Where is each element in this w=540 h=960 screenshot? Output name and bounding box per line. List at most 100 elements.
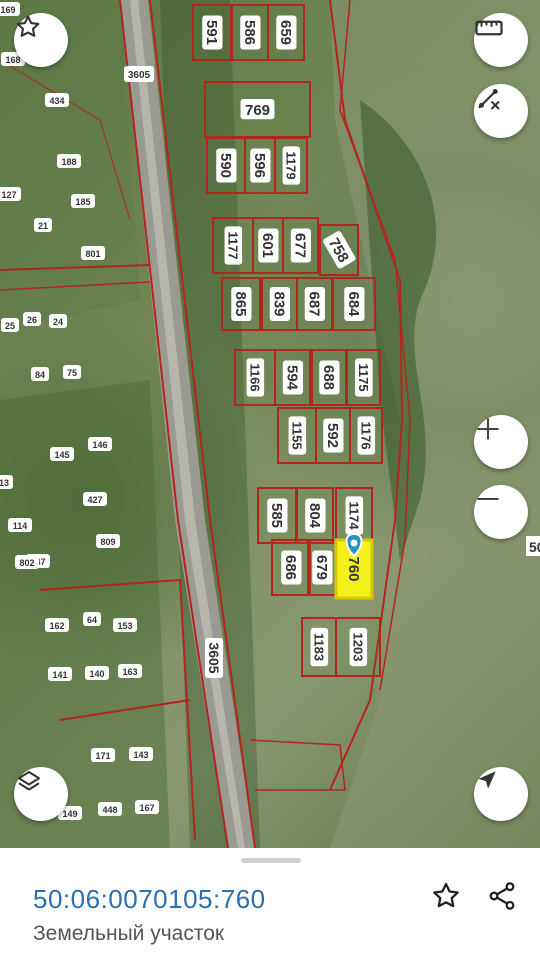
svg-text:448: 448: [102, 805, 117, 815]
plot-label: 1179: [283, 151, 298, 179]
cadastral-plot-1175[interactable]: 1175: [346, 349, 381, 406]
plot-label: 688: [320, 365, 337, 390]
svg-text:84: 84: [35, 370, 45, 380]
cadastral-plot-687[interactable]: 687: [296, 277, 333, 331]
parcel-label: 801: [81, 246, 105, 260]
plot-label: 601: [259, 233, 276, 258]
cadastral-plot-804[interactable]: 804: [296, 487, 334, 544]
cadastral-plot-592[interactable]: 592: [315, 407, 351, 464]
svg-text:140: 140: [89, 669, 104, 679]
svg-text:26: 26: [27, 315, 37, 325]
parcel-label: 25: [1, 318, 19, 332]
parcel-label: 427: [83, 492, 107, 506]
cadastral-plot-1176[interactable]: 1176: [349, 407, 383, 464]
cadastral-plot-1203[interactable]: 1203: [335, 617, 381, 677]
parcel-label: 171: [91, 748, 115, 762]
plot-label: 1177: [225, 231, 240, 259]
layers-icon: [18, 771, 40, 791]
cadastral-plot-677[interactable]: 677: [282, 217, 319, 274]
parcel-label: 143: [129, 747, 153, 761]
plot-label: 1176: [358, 421, 373, 449]
cadastral-map[interactable]: 591 586 659 769 590 596 1179 1177 601 677 758 865 83…: [0, 0, 540, 848]
cadastral-plot-686[interactable]: 686: [271, 539, 311, 596]
measure-area-icon: [478, 89, 500, 110]
parcel-label: 64: [83, 612, 101, 626]
svg-text:75: 75: [67, 368, 77, 378]
svg-text:163: 163: [122, 667, 137, 677]
cadastral-plot-590[interactable]: 590: [206, 137, 246, 194]
plot-label: 687: [305, 291, 322, 316]
zoom-in-button[interactable]: [474, 415, 528, 469]
cadastral-plot-758[interactable]: 758: [319, 224, 359, 276]
cadastral-plot-586[interactable]: 586: [231, 4, 269, 61]
svg-text:427: 427: [87, 495, 102, 505]
ruler-button[interactable]: [474, 13, 528, 67]
favorite-button[interactable]: [428, 878, 464, 914]
share-icon: [489, 882, 515, 910]
ruler-icon: [475, 20, 503, 36]
cadastral-plot-1166[interactable]: 1166: [234, 349, 276, 406]
cadastral-plot-594[interactable]: 594: [274, 349, 311, 406]
parcel-label: 140: [85, 666, 109, 680]
parcel-label: 146: [88, 437, 112, 451]
cadastral-plot-839[interactable]: 839: [261, 277, 298, 331]
svg-text:127: 127: [1, 190, 16, 200]
parcel-label: 802: [15, 555, 39, 569]
svg-text:143: 143: [133, 750, 148, 760]
parcel-label: 162: [45, 618, 69, 632]
svg-text:3605: 3605: [128, 70, 151, 81]
parcel-label: 163: [118, 664, 142, 678]
plot-label: 804: [306, 503, 323, 529]
parcel-label: 13: [0, 475, 13, 489]
svg-text:171: 171: [95, 751, 110, 761]
cadastral-plot-1177[interactable]: 1177: [212, 217, 254, 274]
cadastral-plot-596[interactable]: 596: [244, 137, 276, 194]
cadastral-plot-1183[interactable]: 1183: [301, 617, 337, 677]
svg-text:188: 188: [61, 157, 76, 167]
plot-label: 1203: [350, 633, 365, 662]
favorite-map-button[interactable]: [14, 13, 68, 67]
plot-label: 585: [268, 503, 285, 528]
plot-label: 686: [282, 555, 299, 580]
cadastral-plot-1179[interactable]: 1179: [274, 137, 308, 194]
cadastral-plot-684[interactable]: 684: [332, 277, 376, 331]
svg-text:809: 809: [100, 537, 115, 547]
svg-text:145: 145: [54, 450, 69, 460]
parcel-label: 141: [48, 667, 72, 681]
svg-text:802: 802: [19, 558, 34, 568]
parcel-label: 84: [31, 367, 49, 381]
cadastral-plot-601[interactable]: 601: [252, 217, 284, 274]
cadastral-plot-659[interactable]: 659: [267, 4, 305, 61]
cadastral-plot-591[interactable]: 591: [192, 4, 232, 61]
share-button[interactable]: [484, 878, 520, 914]
plot-label: 590: [217, 153, 234, 178]
parcel-label: 21: [34, 218, 52, 232]
cadastral-plot-679[interactable]: 679: [307, 539, 337, 596]
cadastral-plot-769[interactable]: 769: [204, 81, 311, 138]
locate-button[interactable]: [474, 767, 528, 821]
layers-button[interactable]: [14, 767, 68, 821]
parcel-label: 153: [113, 618, 137, 632]
map-view[interactable]: 591 586 659 769 590 596 1179 1177 601 677 758 865 83…: [0, 0, 540, 848]
cadastral-plot-1155[interactable]: 1155: [277, 407, 317, 464]
measure-area-button[interactable]: [474, 84, 528, 138]
zoom-out-button[interactable]: [474, 485, 528, 539]
parcel-label: 114: [8, 518, 32, 532]
plot-label: 677: [291, 233, 308, 258]
plot-label: 1166: [247, 363, 262, 391]
svg-text:168: 168: [5, 55, 20, 65]
cadastral-plot-585[interactable]: 585: [257, 487, 297, 544]
sheet-drag-handle[interactable]: [241, 858, 301, 863]
star-outline-icon: [16, 15, 40, 37]
plot-label: 659: [277, 20, 294, 45]
cadastral-number[interactable]: 50:06:0070105:760: [33, 884, 266, 915]
cadastral-plot-865[interactable]: 865: [221, 277, 261, 331]
parcel-label: 145: [50, 447, 74, 461]
cadastral-plot-688[interactable]: 688: [311, 349, 347, 406]
plot-label: 1183: [311, 633, 326, 661]
svg-text:3605: 3605: [206, 642, 222, 673]
parcel-label: 26: [23, 312, 41, 326]
plot-label: 865: [232, 291, 249, 316]
plot-label: 1155: [289, 421, 304, 449]
road-label-vertical: 3605: [205, 638, 223, 678]
